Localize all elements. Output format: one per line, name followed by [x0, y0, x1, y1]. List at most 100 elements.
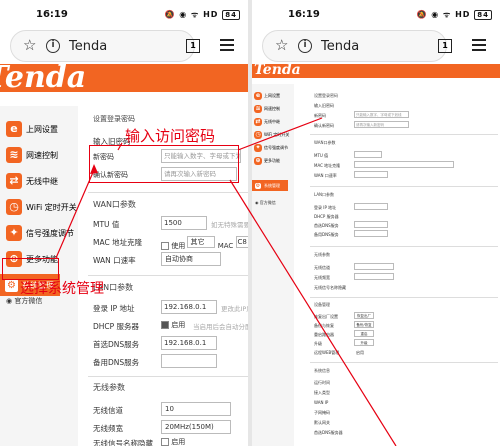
sidebar-item-system[interactable]: ⚙ 系统管理	[252, 180, 288, 191]
secondary-dns-label: 备用DNS服务	[314, 232, 339, 237]
bandwidth-select[interactable]	[354, 273, 394, 280]
sidebar-item-internet[interactable]: e 上网设置	[252, 90, 294, 101]
factory-reset-button[interactable]: 恢复出厂	[354, 312, 374, 319]
secondary-dns-input[interactable]	[354, 230, 388, 237]
remote-web-value[interactable]: 启用	[356, 350, 364, 356]
sidebar-item-label: 无线中继	[264, 118, 280, 124]
sidebar-item-wifi-timer[interactable]: ◷ WiFi 定时开关	[252, 129, 294, 140]
wan-speed-select[interactable]: 自动协商	[161, 252, 221, 266]
sidebar-item-more[interactable]: ⊕ 更多功能	[252, 155, 294, 166]
backup-button[interactable]: 备份/恢复	[354, 321, 374, 328]
channel-select[interactable]	[354, 263, 394, 270]
confirm-password-label: 确认新密码	[314, 123, 334, 128]
status-bar: 16:19 🔕 ◉ ᯤ HD 84	[252, 0, 500, 30]
new-password-input[interactable]: 只能输入数字、字母或下划线	[354, 111, 409, 118]
url-bar[interactable]: ☆ i Tenda	[10, 30, 195, 62]
repeater-icon: ⇄	[254, 117, 262, 126]
menu-icon[interactable]	[472, 39, 486, 51]
bandwidth-select[interactable]: 20MHz(150M)	[161, 420, 231, 434]
wireless-section-title: 无线参数	[93, 383, 125, 392]
info-row: 默认网关	[314, 420, 330, 425]
url-host: Tenda	[69, 39, 108, 54]
primary-dns-input[interactable]	[354, 221, 388, 228]
site-info-icon[interactable]: i	[46, 39, 60, 53]
login-ip-label: 登录 IP 地址	[93, 304, 135, 313]
internet-icon: e	[254, 91, 262, 100]
bookmark-star-icon[interactable]: ☆	[23, 36, 36, 54]
status-icons: 🔕 ◉ ᯤ HD 84	[417, 9, 492, 20]
remote-web-label: 远程WEB管理	[314, 350, 340, 355]
login-section-title: 设置登录密码	[314, 93, 338, 98]
wireless-section-title: 无线参数	[314, 252, 330, 257]
sidebar-item-repeater[interactable]: ⇄ 无线中继	[252, 116, 294, 127]
section-divider	[310, 297, 498, 298]
menu-icon[interactable]	[220, 39, 234, 51]
mtu-input[interactable]: 1500	[161, 216, 207, 230]
info-row: 运行时间	[314, 380, 330, 385]
wechat-label: 官方微信	[14, 297, 43, 305]
tenda-logo: Tenda	[0, 60, 87, 95]
internet-icon: e	[6, 121, 22, 137]
sidebar: e 上网设置 ≋ 网速控制 ⇄ 无线中继 ◷ WiFi 定时开关 ✦ 信号强度调节 ⊕ 更多…	[252, 84, 294, 446]
mac-address-input[interactable]: C8	[235, 236, 248, 248]
primary-dns-input[interactable]: 192.168.0.1	[161, 336, 217, 350]
repeater-icon: ⇄	[6, 173, 22, 189]
device-section-title: 设备管理	[314, 302, 330, 307]
sidebar-item-signal[interactable]: ✦ 信号强度调节	[0, 220, 78, 246]
info-section-title: 系统信息	[314, 368, 330, 373]
site-info-icon[interactable]: i	[298, 39, 312, 53]
url-bar[interactable]: ☆ i Tenda	[262, 30, 447, 62]
login-ip-input[interactable]: 192.168.0.1	[161, 300, 217, 314]
status-time: 16:19	[288, 9, 320, 20]
section-divider	[310, 134, 498, 135]
dhcp-label: DHCP 服务器	[314, 214, 339, 219]
info-row: 子网掩码	[314, 410, 330, 415]
screenshot-root: 16:19 🔕 ◉ ᯤ HD 84 ☆ i Tenda 1 Tenda e 上网…	[0, 0, 500, 446]
wan-speed-select[interactable]	[354, 171, 388, 178]
status-icon-text: 🔕 ◉ ᯤ HD	[416, 10, 471, 19]
sidebar-item-wifi-timer[interactable]: ◷ WiFi 定时开关	[0, 194, 78, 220]
status-time: 16:19	[36, 9, 68, 20]
dhcp-control: 启用	[161, 320, 185, 330]
reboot-button[interactable]: 重启	[354, 330, 374, 337]
mac-clone-controls: 使用 其它 MAC C8	[161, 236, 248, 251]
info-row: 首选DNS服务器	[314, 430, 343, 435]
channel-select[interactable]: 10	[161, 402, 231, 416]
tab-count-button[interactable]: 1	[186, 39, 200, 53]
confirm-password-input[interactable]: 请再次输入新密码	[354, 121, 409, 128]
gear-icon: ⚙	[254, 181, 262, 190]
tab-count-button[interactable]: 1	[438, 39, 452, 53]
system-highlight-box	[2, 258, 59, 280]
dhcp-checkbox[interactable]	[161, 321, 169, 329]
signal-icon: ✦	[6, 225, 22, 241]
sidebar-item-signal[interactable]: ✦ 信号强度调节	[252, 142, 294, 153]
url-host: Tenda	[321, 39, 360, 54]
sidebar-item-repeater[interactable]: ⇄ 无线中继	[0, 168, 78, 194]
sidebar-footer-wechat[interactable]: ◉ 官方微信	[255, 200, 276, 206]
channel-label: 无线信道	[93, 406, 123, 415]
mac-mode-select[interactable]: 其它	[187, 236, 216, 248]
speed-icon: ≋	[254, 104, 262, 113]
sidebar-item-label: 网速控制	[264, 105, 280, 111]
secondary-dns-input[interactable]	[161, 354, 217, 368]
annotation-password: 输入访问密码	[125, 127, 216, 145]
brand-banner: Tenda	[0, 60, 248, 95]
lan-section-title: LAN口参数	[314, 192, 335, 197]
sidebar-item-internet[interactable]: e 上网设置	[0, 116, 78, 142]
signal-icon: ✦	[254, 143, 262, 152]
bookmark-star-icon[interactable]: ☆	[275, 36, 288, 54]
mac-clone-controls[interactable]	[354, 161, 454, 168]
sidebar-item-speed[interactable]: ≋ 网速控制	[252, 103, 294, 114]
sidebar-item-speed[interactable]: ≋ 网速控制	[0, 142, 78, 168]
mtu-input[interactable]	[354, 151, 382, 158]
primary-dns-label: 首选DNS服务	[314, 223, 339, 228]
left-phone-screen: 16:19 🔕 ◉ ᯤ HD 84 ☆ i Tenda 1 Tenda e 上网…	[0, 0, 248, 446]
hide-ssid-checkbox[interactable]	[161, 438, 169, 446]
upgrade-button[interactable]: 升级	[354, 339, 374, 346]
factory-reset-label: 恢复出厂设置	[314, 314, 338, 319]
login-ip-input[interactable]	[354, 203, 388, 210]
old-password-label: 输入旧密码	[314, 103, 334, 108]
wan-section-title: WAN口参数	[314, 140, 336, 145]
mac-use-checkbox[interactable]	[161, 242, 169, 250]
sidebar-item-label: WiFi 定时开关	[26, 202, 77, 212]
